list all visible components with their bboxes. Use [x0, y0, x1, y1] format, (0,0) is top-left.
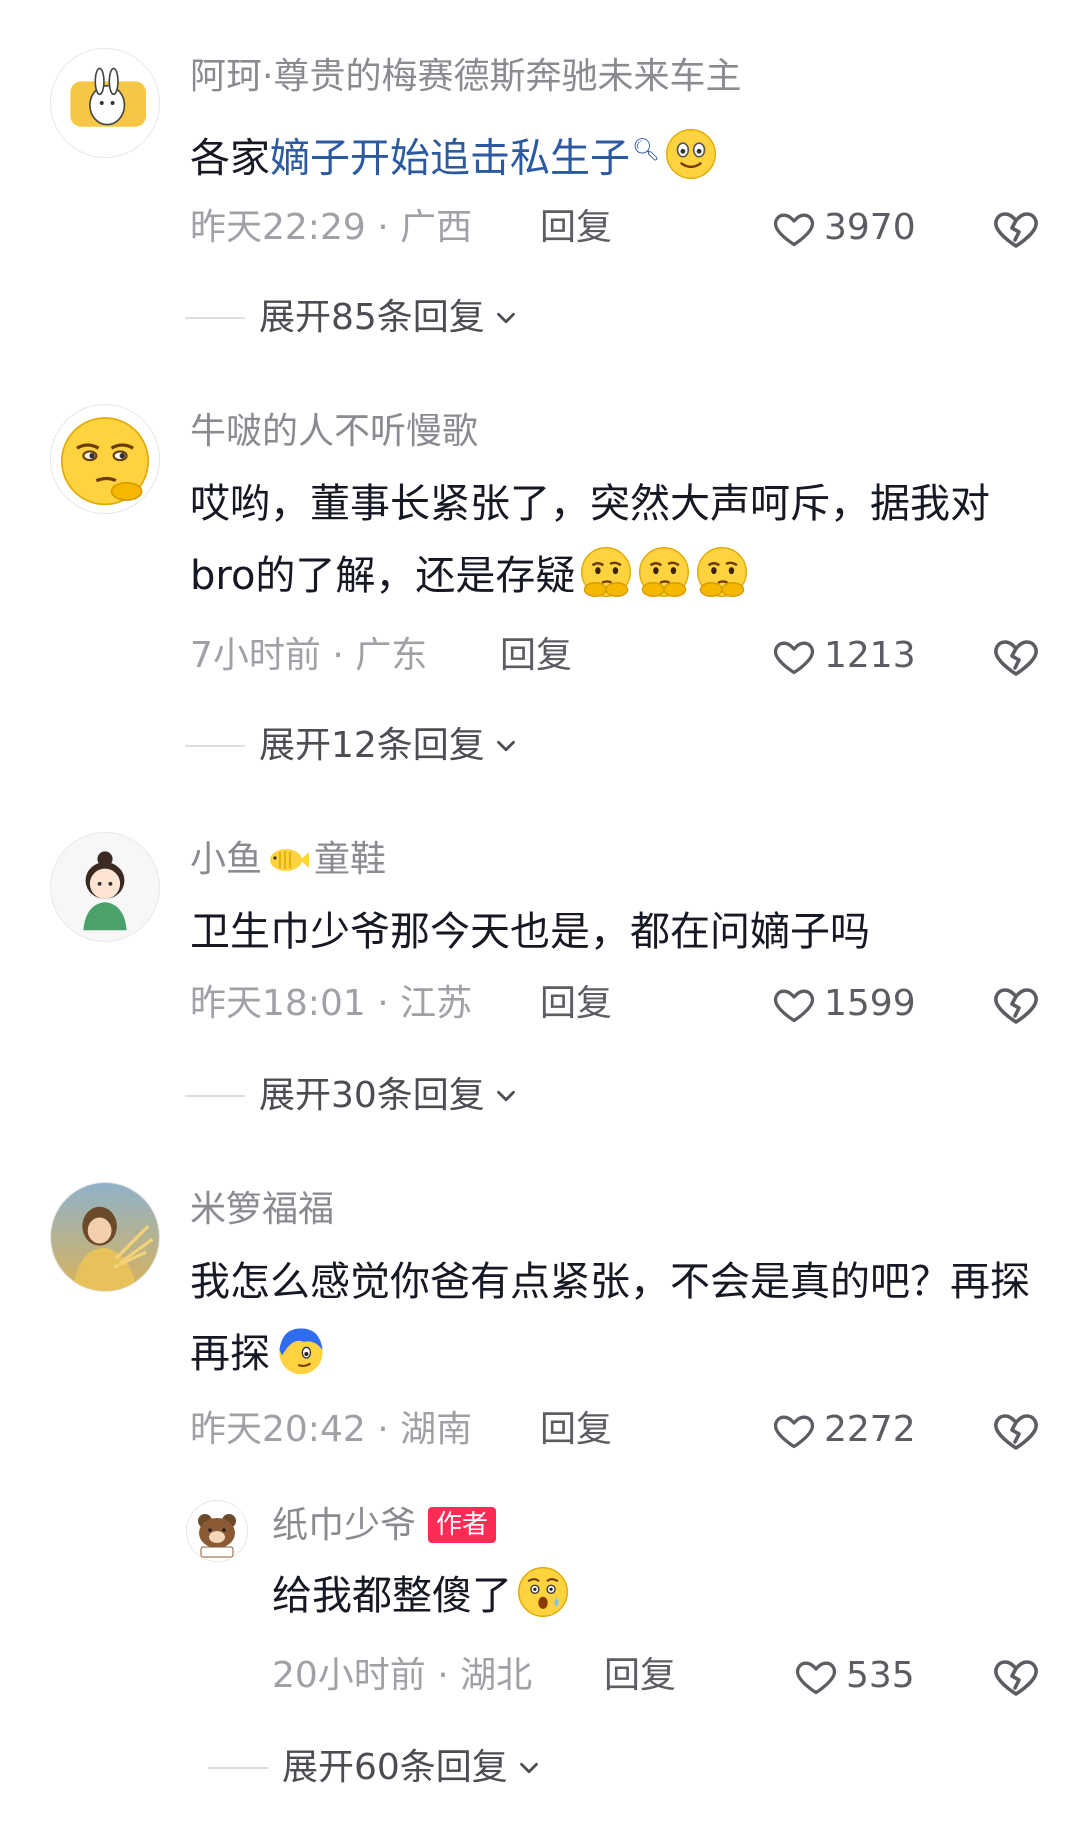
- comment-text: 卫生巾少爷那今天也是，都在问嫡子吗: [190, 909, 870, 955]
- comment-time: 昨天22:29: [190, 207, 366, 248]
- comment-text-prefix: 各家: [190, 135, 270, 182]
- expand-label: 展开30条回复: [259, 1075, 485, 1116]
- reply-button[interactable]: 回复: [500, 634, 572, 678]
- heart-icon: [772, 206, 816, 250]
- like-button[interactable]: 1599: [772, 982, 916, 1026]
- like-count: 1599: [824, 983, 916, 1024]
- reply-button[interactable]: 回复: [540, 982, 612, 1026]
- user-avatar[interactable]: [50, 48, 160, 158]
- comment-text: 哎哟，董事长紧张了，突然大声呵斥，据我对bro的了解，还是存疑: [190, 468, 1050, 612]
- expand-replies-button[interactable]: 展开30条回复: [185, 1074, 521, 1118]
- expand-label: 展开60条回复: [282, 1747, 508, 1788]
- comment-text: 各家嫡子开始追击私生子🔍︎: [190, 115, 1050, 194]
- user-avatar[interactable]: [50, 1182, 160, 1292]
- reply-button[interactable]: 回复: [604, 1654, 676, 1698]
- comment-location: 湖南: [400, 1409, 473, 1450]
- separator: ·: [320, 635, 356, 676]
- shocked-emoji-icon: [516, 1565, 570, 1619]
- chevron-down-icon: [491, 1081, 521, 1111]
- username[interactable]: 牛啵的人不听慢歌: [190, 410, 478, 454]
- username[interactable]: 米箩福福: [190, 1188, 334, 1232]
- divider-line: [185, 745, 245, 747]
- separator: ·: [365, 207, 401, 248]
- search-link[interactable]: 嫡子开始追击私生子: [270, 135, 630, 181]
- user-avatar[interactable]: [50, 832, 160, 942]
- blue-hair-emoji-icon: [274, 1323, 328, 1377]
- dislike-icon[interactable]: [992, 980, 1040, 1028]
- smile-emoji-icon: [664, 127, 718, 181]
- reply-button[interactable]: 回复: [540, 1408, 612, 1452]
- author-badge: 作者: [428, 1507, 497, 1543]
- comment-location: 广西: [400, 207, 473, 248]
- reply-username[interactable]: 纸巾少爷 作者: [272, 1504, 497, 1548]
- thinking-emoji-icon: [695, 545, 749, 599]
- thinking-emoji-icon: [579, 545, 633, 599]
- comment-meta: 昨天18:01 · 江苏: [190, 982, 472, 1026]
- comment-time: 昨天20:42: [190, 1409, 366, 1450]
- comment-text: 我怎么感觉你爸有点紧张，不会是真的吧？再探再探: [190, 1246, 1050, 1390]
- separator: ·: [365, 983, 401, 1024]
- reply-button[interactable]: 回复: [540, 206, 612, 250]
- reply-time: 20小时前: [272, 1655, 426, 1696]
- comment-location: 江苏: [400, 983, 473, 1024]
- thinking-emoji-icon: [637, 545, 691, 599]
- expand-replies-button[interactable]: 展开85条回复: [185, 296, 521, 340]
- like-count: 535: [846, 1655, 915, 1696]
- divider-line: [185, 317, 245, 319]
- expand-label: 展开12条回复: [259, 725, 485, 766]
- chevron-down-icon: [491, 303, 521, 333]
- fish-icon: [266, 842, 310, 872]
- like-count: 2272: [824, 1409, 916, 1450]
- chevron-down-icon: [491, 731, 521, 761]
- username-part-2: 童鞋: [314, 839, 387, 880]
- like-button[interactable]: 3970: [772, 206, 916, 250]
- dislike-icon[interactable]: [992, 632, 1040, 680]
- like-button[interactable]: 1213: [772, 634, 916, 678]
- comment-meta: 昨天20:42 · 湖南: [190, 1408, 472, 1452]
- chevron-down-icon: [514, 1753, 544, 1783]
- separator: ·: [365, 1409, 401, 1450]
- like-count: 3970: [824, 207, 916, 248]
- comment-time: 昨天18:01: [190, 983, 366, 1024]
- dislike-icon[interactable]: [992, 1406, 1040, 1454]
- expand-label: 展开85条回复: [259, 297, 485, 338]
- expand-replies-button[interactable]: 展开60条回复: [208, 1746, 544, 1790]
- heart-icon: [772, 1408, 816, 1452]
- user-avatar[interactable]: [50, 404, 160, 514]
- username[interactable]: 阿珂·尊贵的梅赛德斯奔驰未来车主: [190, 55, 741, 99]
- like-button[interactable]: 2272: [772, 1408, 916, 1452]
- comment-time: 7小时前: [190, 635, 321, 676]
- separator: ·: [425, 1655, 461, 1696]
- reply-meta: 20小时前 · 湖北: [272, 1654, 532, 1698]
- username[interactable]: 小鱼 童鞋: [190, 838, 386, 882]
- like-count: 1213: [824, 635, 916, 676]
- divider-line: [185, 1095, 245, 1097]
- reply-text: 给我都整傻了: [272, 1560, 1052, 1632]
- divider-line: [208, 1767, 268, 1769]
- expand-replies-button[interactable]: 展开12条回复: [185, 724, 521, 768]
- dislike-icon[interactable]: [992, 1652, 1040, 1700]
- reply-location: 湖北: [460, 1655, 533, 1696]
- dislike-icon[interactable]: [992, 204, 1040, 252]
- heart-icon: [772, 634, 816, 678]
- search-icon[interactable]: 🔍︎: [632, 138, 660, 163]
- reply-text-body: 给我都整傻了: [272, 1573, 512, 1619]
- reply-avatar[interactable]: [186, 1500, 248, 1562]
- comment-meta: 昨天22:29 · 广西: [190, 206, 472, 250]
- username-part-1: 小鱼: [190, 839, 263, 880]
- comment-meta: 7小时前 · 广东: [190, 634, 427, 678]
- reply-username-text: 纸巾少爷: [272, 1505, 417, 1546]
- heart-icon: [794, 1654, 838, 1698]
- heart-icon: [772, 982, 816, 1026]
- comment-location: 广东: [355, 635, 428, 676]
- like-button[interactable]: 535: [794, 1654, 915, 1698]
